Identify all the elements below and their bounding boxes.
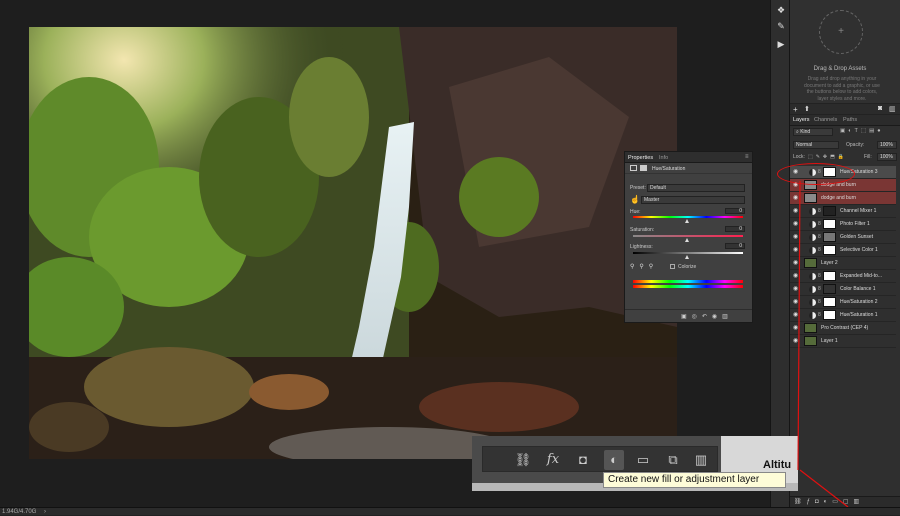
status-bar: 1.94G/4.70G › <box>0 507 900 515</box>
annotation-line-right <box>799 469 849 508</box>
annotation-lines <box>797 180 849 508</box>
annotation-line-left <box>797 180 801 471</box>
